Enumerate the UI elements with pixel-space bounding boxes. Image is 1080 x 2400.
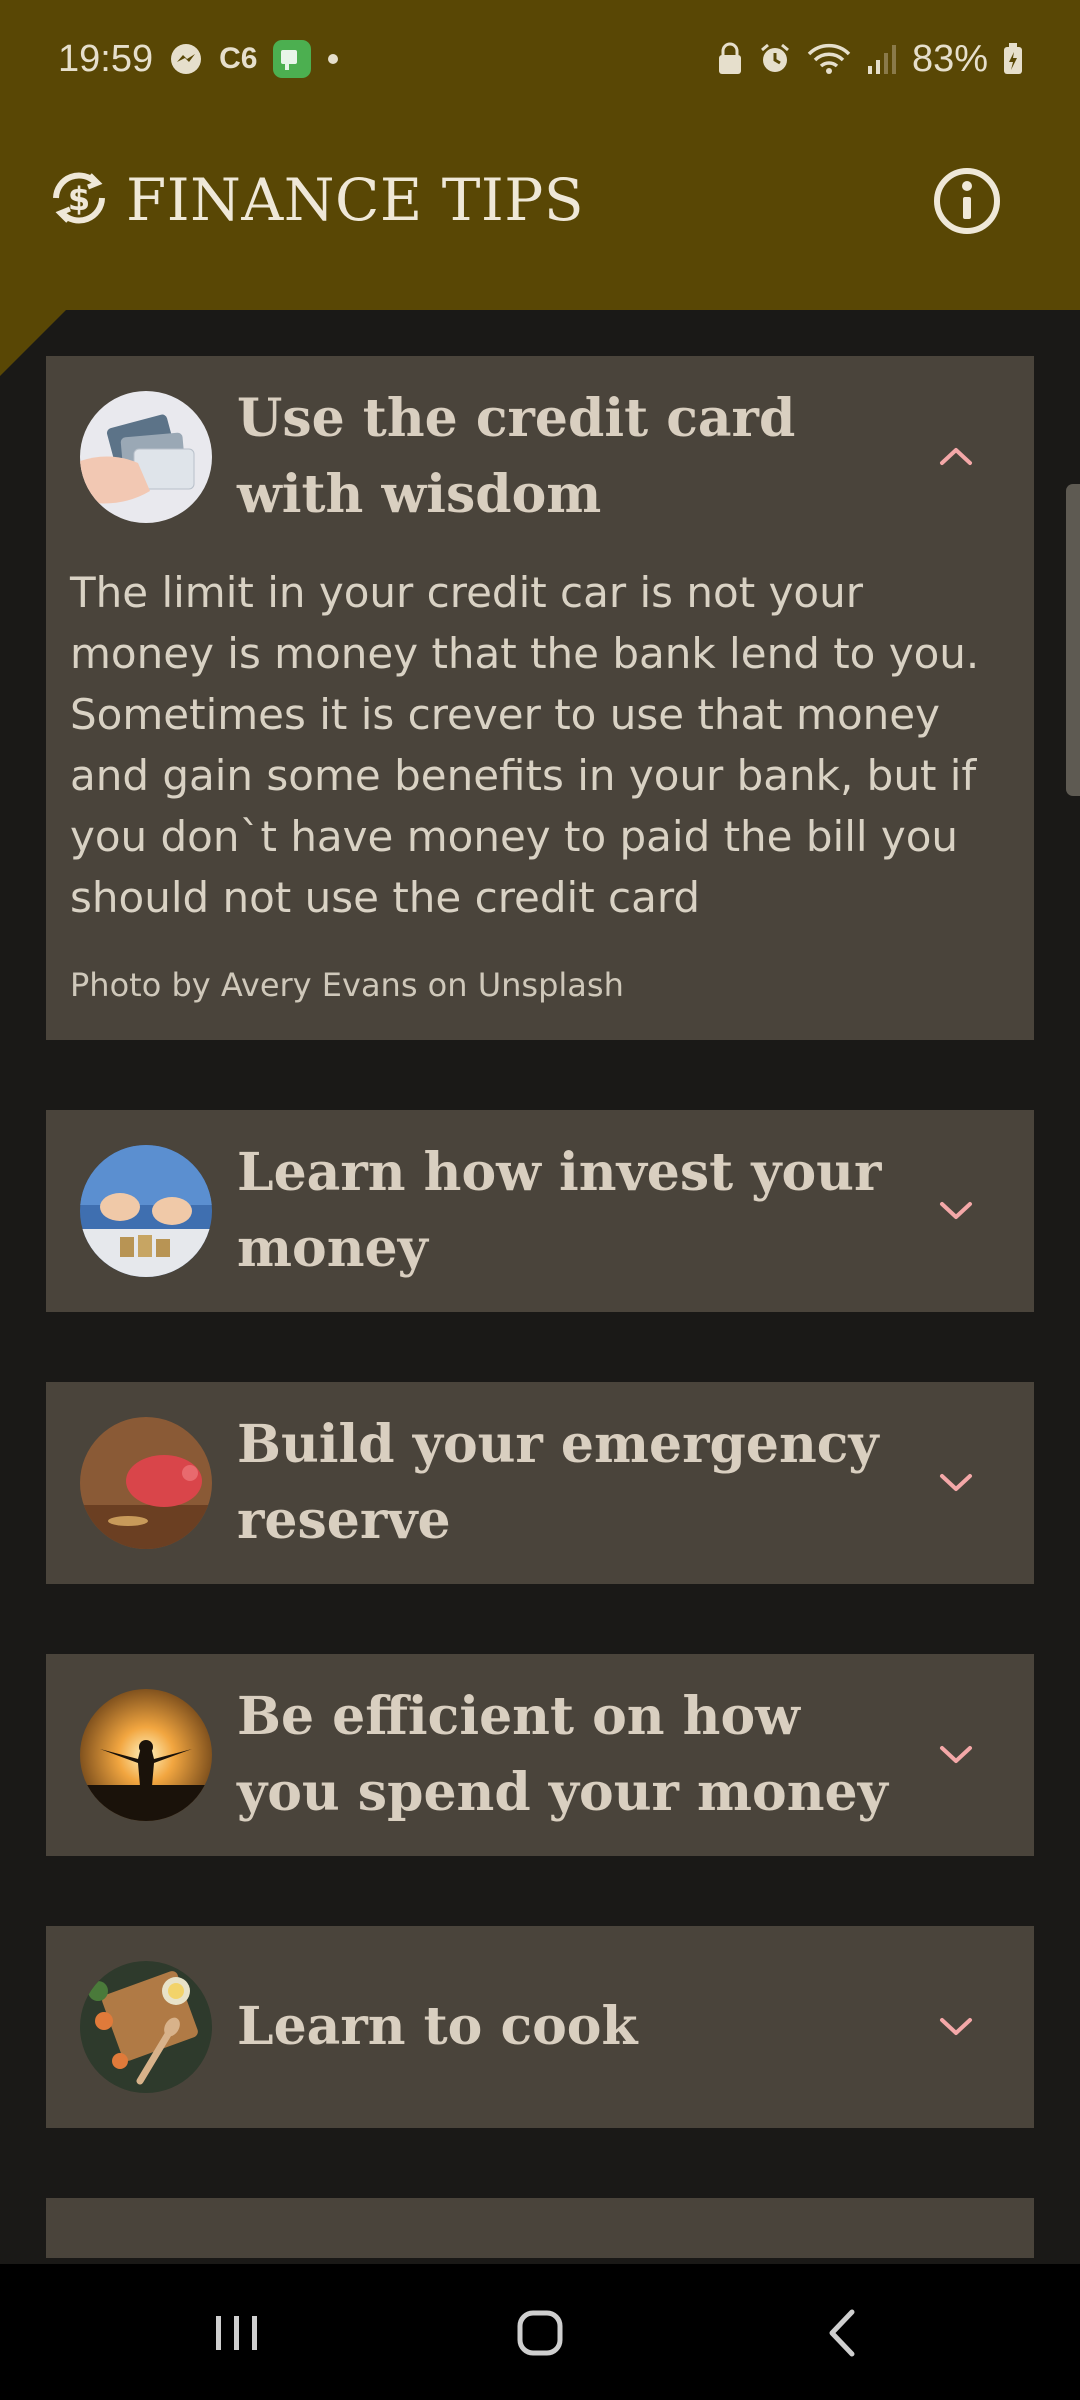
credit-cards-photo (80, 391, 212, 523)
back-icon[interactable] (808, 2298, 878, 2368)
tip-body: The limit in your credit car is not your… (46, 558, 1034, 1040)
info-icon (934, 168, 1000, 234)
tip-card-partial[interactable] (46, 2198, 1034, 2258)
dot-icon (327, 53, 339, 65)
coins-stack-photo (80, 1145, 212, 1277)
home-icon[interactable] (505, 2298, 575, 2368)
info-button[interactable] (932, 166, 1002, 236)
tip-description: The limit in your credit car is not your… (70, 568, 980, 922)
piggy-bank-photo (80, 1417, 212, 1549)
svg-text:$: $ (68, 180, 90, 218)
status-bar: 19:59 C6 83% (0, 0, 1080, 118)
tips-list: Use the credit card with wisdom The limi… (46, 356, 1034, 2258)
tip-title: Learn to cook (237, 1996, 638, 2057)
chevron-down-icon[interactable] (936, 1467, 976, 1497)
tip-card: Build your emergency reserve (46, 1382, 1034, 1584)
system-nav-bar (0, 2264, 1080, 2400)
tip-card: Use the credit card with wisdom The limi… (46, 356, 1034, 1040)
c6-icon: C6 (219, 42, 258, 75)
tip-title: Learn how invest your money (237, 1142, 882, 1279)
battery-icon (1002, 42, 1024, 76)
app-title-text: FINANCE TIPS (126, 166, 585, 234)
alarm-icon (758, 42, 792, 76)
status-time: 19:59 (58, 37, 154, 80)
chevron-up-icon[interactable] (936, 441, 976, 471)
wifi-icon (806, 42, 852, 76)
sunset-silhouette-photo (80, 1689, 212, 1821)
tip-title: Be efficient on how you spend your money (237, 1686, 888, 1823)
tip-card: Be efficient on how you spend your money (46, 1654, 1034, 1856)
chevron-down-icon[interactable] (936, 1739, 976, 1769)
cooking-ingredients-photo (80, 1961, 212, 2093)
tip-title: Use the credit card with wisdom (237, 388, 796, 525)
tip-card: Learn how invest your money (46, 1110, 1034, 1312)
tip-card-header[interactable]: Build your emergency reserve (46, 1382, 1034, 1584)
picpay-icon (273, 40, 312, 78)
lock-icon (716, 42, 744, 76)
recents-icon[interactable] (202, 2298, 272, 2368)
messenger-icon (169, 42, 203, 76)
signal-icon (866, 42, 898, 76)
chevron-down-icon[interactable] (936, 2011, 976, 2041)
tip-card-header[interactable]: Learn to cook (46, 1926, 1034, 2128)
tip-title: Build your emergency reserve (237, 1414, 879, 1551)
photo-credit: Photo by Avery Evans on Unsplash (70, 966, 624, 1004)
tip-card-header[interactable]: Use the credit card with wisdom (46, 356, 1034, 558)
tip-card-header[interactable]: Be efficient on how you spend your money (46, 1654, 1034, 1856)
app-title: $ FINANCE TIPS (46, 158, 584, 242)
battery-percent: 83% (911, 37, 988, 80)
dollar-refresh-icon: $ (46, 165, 112, 235)
tip-card: Learn to cook (46, 1926, 1034, 2128)
tip-card-header[interactable]: Learn how invest your money (46, 1110, 1034, 1312)
scrollbar-thumb[interactable] (1066, 484, 1080, 796)
chevron-down-icon[interactable] (936, 1195, 976, 1225)
